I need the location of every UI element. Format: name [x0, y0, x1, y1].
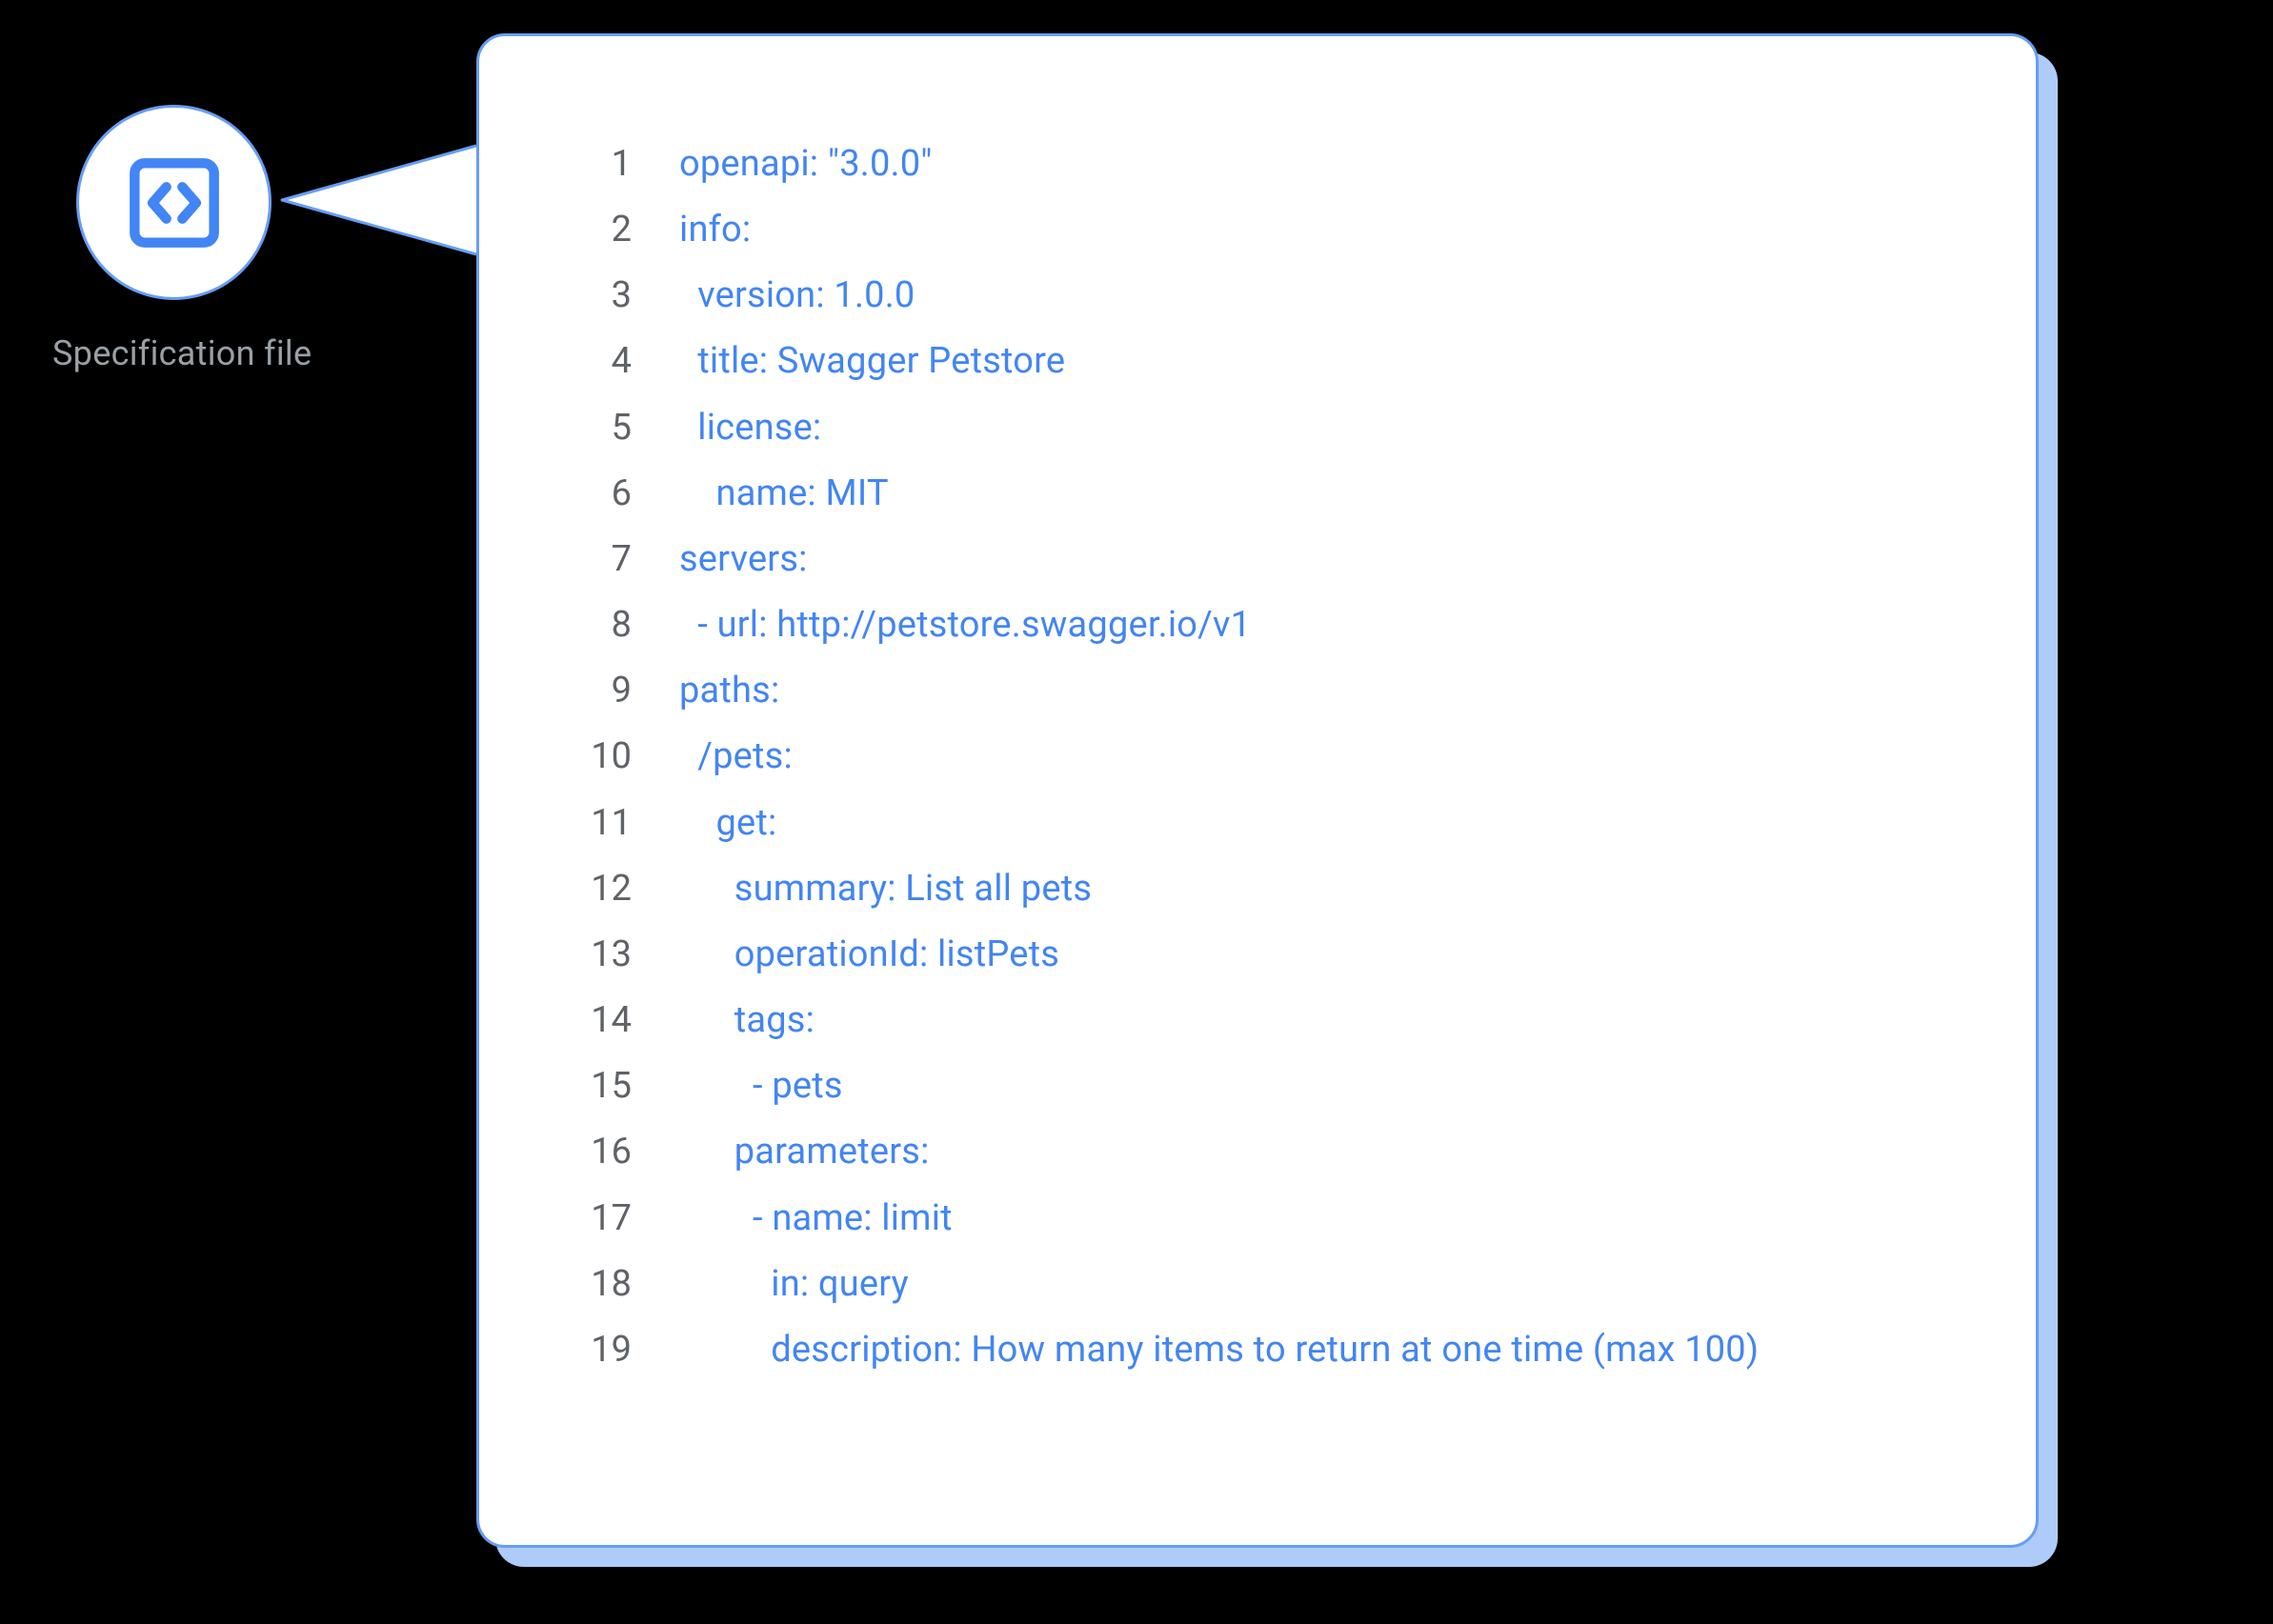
line-number: 4: [555, 329, 632, 394]
line-number: 11: [555, 791, 632, 856]
line-content: name: MIT: [679, 461, 889, 527]
code-line: 19 description: How many items to return…: [555, 1317, 1941, 1383]
line-number: 3: [555, 263, 632, 329]
line-number: 1: [555, 131, 632, 197]
code-content: 1openapi: "3.0.0"2info:3 version: 1.0.04…: [555, 131, 1941, 1383]
line-content: openapi: "3.0.0": [679, 131, 933, 197]
line-number: 13: [555, 922, 632, 988]
line-content: - name: limit: [679, 1186, 953, 1252]
code-line: 14 tags:: [555, 988, 1941, 1053]
line-content: version: 1.0.0: [679, 263, 915, 329]
line-content: license:: [679, 395, 821, 461]
line-number: 14: [555, 988, 632, 1053]
code-line: 13 operationId: listPets: [555, 922, 1941, 988]
code-line: 8 - url: http://petstore.swagger.io/v1: [555, 592, 1941, 658]
line-content: tags:: [679, 988, 815, 1053]
code-line: 7 servers:: [555, 527, 1941, 592]
code-line: 4 title: Swagger Petstore: [555, 329, 1941, 394]
line-number: 12: [555, 856, 632, 922]
line-content: operationId: listPets: [679, 922, 1059, 988]
code-line: 6 name: MIT: [555, 461, 1941, 527]
line-content: info:: [679, 197, 751, 263]
line-number: 15: [555, 1053, 632, 1119]
line-content: get:: [679, 791, 776, 856]
line-content: - url: http://petstore.swagger.io/v1: [679, 592, 1251, 658]
line-content: servers:: [679, 527, 808, 592]
line-content: - pets: [679, 1053, 843, 1119]
line-content: /pets:: [679, 724, 793, 790]
line-number: 5: [555, 395, 632, 461]
line-content: paths:: [679, 658, 779, 724]
line-number: 18: [555, 1252, 632, 1317]
spec-file-label: Specification file: [52, 333, 312, 373]
code-line: 12 summary: List all pets: [555, 856, 1941, 922]
code-line: 10 /pets:: [555, 724, 1941, 790]
line-number: 6: [555, 461, 632, 527]
line-content: summary: List all pets: [679, 856, 1092, 922]
line-content: parameters:: [679, 1119, 930, 1185]
line-number: 9: [555, 658, 632, 724]
code-line: 18 in: query: [555, 1252, 1941, 1317]
line-content: in: query: [679, 1252, 909, 1317]
code-line: 5 license:: [555, 395, 1941, 461]
line-number: 2: [555, 197, 632, 263]
code-line: 2 info:: [555, 197, 1941, 263]
spec-file-icon-circle: [76, 105, 272, 300]
diagram-container: Specification file 1 openapi: "3.0.0" 2 inf…: [0, 0, 2273, 1624]
code-line: 17 - name: limit: [555, 1186, 1941, 1252]
line-number: 7: [555, 527, 632, 592]
code-panel: 1openapi: "3.0.0"2info:3 version: 1.0.04…: [476, 33, 2039, 1548]
line-number: 17: [555, 1186, 632, 1252]
line-content: description: How many items to return at…: [679, 1317, 1759, 1383]
line-number: 19: [555, 1317, 632, 1383]
code-line: 9 paths:: [555, 658, 1941, 724]
code-line: 3 version: 1.0.0: [555, 263, 1941, 329]
code-line: 16 parameters:: [555, 1119, 1941, 1185]
code-line: 1 openapi: "3.0.0": [555, 131, 1941, 197]
code-line: 11 get:: [555, 791, 1941, 856]
line-number: 10: [555, 724, 632, 790]
line-number: 16: [555, 1119, 632, 1185]
line-number: 8: [555, 592, 632, 658]
code-line: 15 - pets: [555, 1053, 1941, 1119]
line-content: title: Swagger Petstore: [679, 329, 1065, 394]
code-file-icon: [127, 155, 222, 251]
